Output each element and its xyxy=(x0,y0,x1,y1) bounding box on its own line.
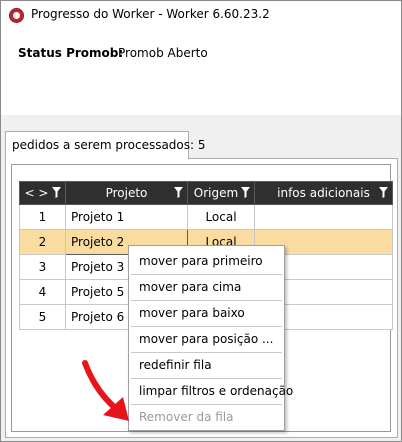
status-panel: Status Promob: Promob Aberto xyxy=(1,29,401,115)
row-number: 2 xyxy=(19,229,66,255)
tab-pending-orders[interactable]: pedidos a serem processados: 5 xyxy=(5,131,206,159)
column-header-infos[interactable]: infos adicionais xyxy=(254,181,393,205)
cell-infos[interactable] xyxy=(254,204,393,230)
filter-icon[interactable] xyxy=(174,187,183,198)
row-number: 4 xyxy=(19,279,66,305)
column-header-projeto[interactable]: Projeto xyxy=(65,181,188,205)
menu-item-move-up[interactable]: mover para cima xyxy=(129,275,284,299)
cell-origem[interactable]: Local xyxy=(187,204,255,230)
row-number: 1 xyxy=(19,204,66,230)
column-header-label: Origem xyxy=(193,186,239,200)
context-menu: mover para primeiro mover para cima move… xyxy=(128,245,293,431)
menu-item-reset-queue[interactable]: redefinir fila xyxy=(129,353,284,377)
menu-item-move-first[interactable]: mover para primeiro xyxy=(129,249,284,273)
grid-header-row: < > Projeto Origem infos adicionais xyxy=(19,181,393,205)
filter-icon[interactable] xyxy=(52,187,61,198)
menu-item-clear-filters[interactable]: limpar filtros e ordenação xyxy=(129,379,293,403)
column-header-origem[interactable]: Origem xyxy=(187,181,255,205)
menu-item-move-to-position[interactable]: mover para posição ... xyxy=(129,327,284,351)
menu-item-move-down[interactable]: mover para baixo xyxy=(129,301,284,325)
filter-icon[interactable] xyxy=(379,187,388,198)
column-header-order[interactable]: < > xyxy=(19,181,66,205)
status-label: Status Promob: xyxy=(18,46,124,60)
red-arrow-icon xyxy=(82,360,129,421)
title-bar[interactable]: Progresso do Worker - Worker 6.60.23.2 xyxy=(1,1,401,29)
column-header-label: Projeto xyxy=(105,186,148,200)
menu-item-remove-from-queue[interactable]: Remover da fila xyxy=(129,405,284,429)
row-number: 3 xyxy=(19,254,66,280)
filter-icon[interactable] xyxy=(241,187,250,198)
worker-progress-window: Progresso do Worker - Worker 6.60.23.2 S… xyxy=(0,0,402,442)
column-header-label: < > xyxy=(24,186,49,200)
row-number: 5 xyxy=(19,304,66,330)
app-logo-icon xyxy=(9,8,24,23)
cell-projeto[interactable]: Projeto 1 xyxy=(65,204,188,230)
table-row[interactable]: 1 Projeto 1 Local xyxy=(19,204,393,230)
status-value: Promob Aberto xyxy=(118,46,208,60)
column-header-label: infos adicionais xyxy=(277,186,370,200)
window-title: Progresso do Worker - Worker 6.60.23.2 xyxy=(31,7,270,21)
